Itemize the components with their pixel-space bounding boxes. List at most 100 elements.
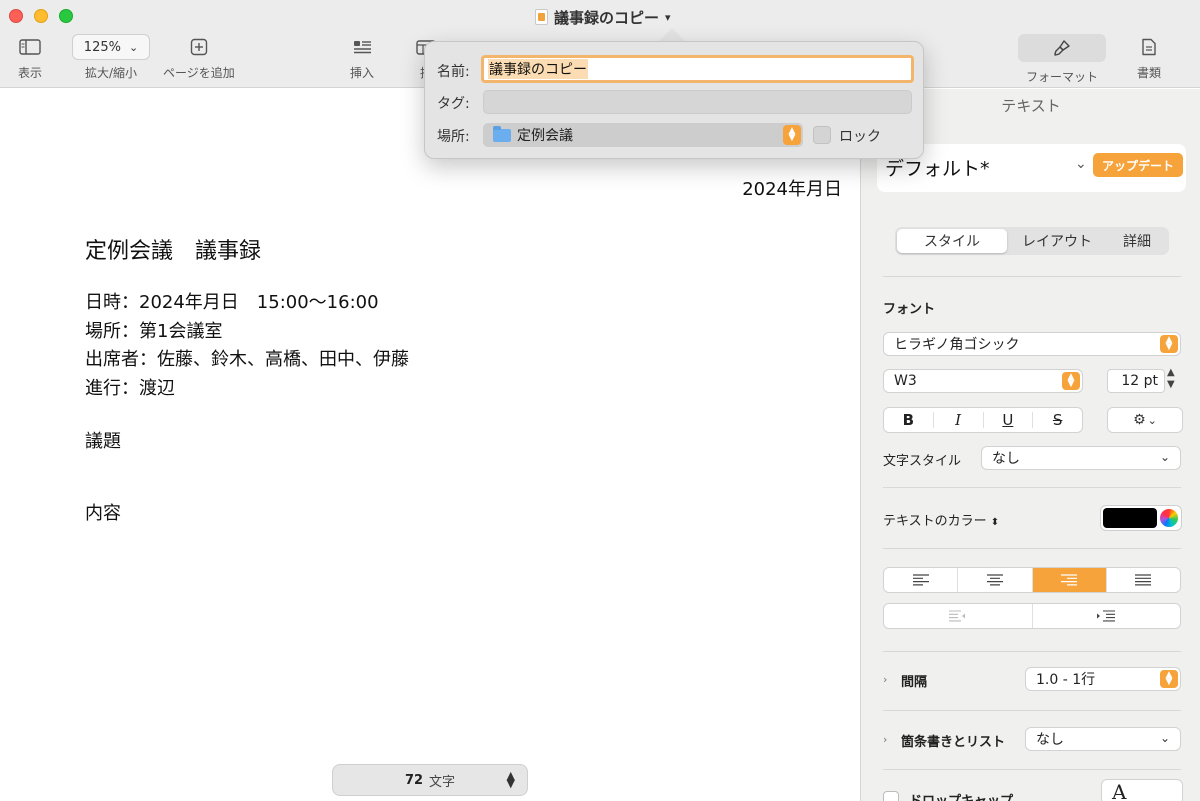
document-label: 書類 (1137, 66, 1162, 80)
minimize-window-button[interactable] (34, 9, 48, 23)
zoom-control[interactable]: 125% ⌄ 拡大/縮小 (72, 34, 150, 81)
document-heading[interactable]: 定例会議 議事録 (85, 233, 261, 265)
folder-icon (493, 125, 511, 142)
updown-chevron-icon: ▲ ▼ (1062, 372, 1080, 390)
add-page-button[interactable]: ページを追加 (163, 34, 235, 81)
color-swatch[interactable] (1103, 508, 1157, 528)
close-window-button[interactable] (9, 9, 23, 23)
color-wheel-icon[interactable] (1160, 509, 1178, 527)
chevron-down-icon[interactable]: ⌄ (1075, 156, 1087, 172)
zoom-label: 拡大/縮小 (84, 66, 138, 80)
detail-line[interactable]: 場所：第1会議室 (85, 318, 409, 347)
align-right-button[interactable] (1032, 568, 1107, 592)
tab-more[interactable]: 詳細 (1107, 229, 1167, 253)
font-size-input[interactable]: 12 pt (1107, 369, 1165, 393)
zoom-value: 125% (83, 39, 121, 55)
disclosure-triangle-icon[interactable]: › (883, 733, 887, 746)
dropcap-preview: A (1112, 780, 1127, 801)
tab-style[interactable]: スタイル (897, 229, 1007, 253)
bullets-select[interactable]: なし ⌄ (1025, 727, 1181, 751)
divider (883, 769, 1181, 770)
dropcap-style-select[interactable]: A (1101, 779, 1183, 801)
chevron-down-icon: ⌄ (128, 40, 139, 54)
disclosure-triangle-icon[interactable]: › (883, 673, 887, 686)
lock-label[interactable]: ロック (839, 126, 881, 146)
view-button[interactable]: 表示 (18, 34, 42, 81)
updown-chevron-icon: ▲ ▼ (783, 125, 801, 145)
outdent-icon (948, 610, 965, 622)
decrease-indent-button[interactable] (884, 604, 1033, 628)
font-style-buttons: B I U S (883, 407, 1083, 433)
dropcap-label[interactable]: ドロップキャップ (909, 790, 1013, 801)
view-label: 表示 (18, 66, 43, 80)
popover-arrow (658, 28, 686, 42)
indent-buttons (883, 603, 1181, 629)
document-button[interactable]: 書類 (1137, 34, 1161, 81)
lock-checkbox[interactable] (813, 126, 831, 144)
name-input[interactable]: 議事録のコピー (481, 55, 914, 83)
align-justify-icon (1135, 574, 1152, 586)
spacing-label[interactable]: 間隔 (901, 671, 927, 690)
insert-label: 挿入 (350, 66, 375, 80)
content-heading[interactable]: 内容 (85, 499, 121, 525)
align-left-button[interactable] (884, 568, 959, 592)
text-color-well[interactable] (1100, 505, 1182, 531)
zoom-window-button[interactable] (59, 9, 73, 23)
underline-button[interactable]: U (984, 412, 1034, 428)
document-icon (1141, 34, 1157, 60)
detail-line[interactable]: 日時：2024年月日 15:00〜16:00 (85, 289, 409, 318)
dropcap-checkbox[interactable] (883, 791, 899, 801)
char-style-select[interactable]: なし ⌄ (981, 446, 1181, 470)
font-size-stepper[interactable]: ▲ ▼ (1167, 367, 1175, 391)
chevron-down-icon: ▾ (665, 10, 671, 24)
divider (883, 651, 1181, 652)
align-center-icon (986, 574, 1003, 586)
align-center-button[interactable] (958, 568, 1033, 592)
word-count-button[interactable]: 72 文字 ▲ ▼ (332, 764, 528, 796)
updown-chevron-icon: ▲ ▼ (1160, 335, 1178, 353)
location-select[interactable]: 定例会議 ▲ ▼ (483, 123, 803, 147)
font-weight-select[interactable]: W3 ▲ ▼ (883, 369, 1083, 393)
tags-input[interactable] (483, 90, 912, 114)
alignment-buttons (883, 567, 1181, 593)
name-input-value: 議事録のコピー (488, 59, 588, 79)
font-weight-value: W3 (894, 373, 917, 389)
document-date[interactable]: 2024年月日 (742, 175, 842, 201)
format-button[interactable]: フォーマット (1018, 34, 1106, 85)
italic-button[interactable]: I (934, 412, 984, 428)
name-label: 名前: (437, 64, 470, 80)
document-title-button[interactable]: 議事録のコピー ▾ (535, 6, 671, 28)
bullets-label[interactable]: 箇条書きとリスト (901, 731, 1005, 750)
spacing-select[interactable]: 1.0 - 1行 ▲ ▼ (1025, 667, 1181, 691)
agenda-heading[interactable]: 議題 (85, 427, 121, 453)
location-value: 定例会議 (517, 128, 573, 144)
add-page-label: ページを追加 (163, 66, 235, 80)
advanced-options-button[interactable]: ⚙ ⌄ (1107, 407, 1183, 433)
increase-indent-button[interactable] (1033, 604, 1181, 628)
location-label: 場所: (437, 129, 470, 145)
sidebar-icon (19, 34, 41, 60)
font-family-select[interactable]: ヒラギノ角ゴシック ▲ ▼ (883, 332, 1181, 356)
strikethrough-button[interactable]: S (1033, 412, 1082, 428)
text-color-menu[interactable]: テキストのカラー ⬍ (883, 510, 999, 529)
detail-line[interactable]: 進行：渡辺 (85, 375, 409, 404)
font-family-value: ヒラギノ角ゴシック (894, 337, 1020, 353)
indent-icon (1097, 610, 1116, 622)
format-toggle[interactable] (1018, 34, 1106, 62)
divider (883, 487, 1181, 488)
zoom-popup[interactable]: 125% ⌄ (72, 34, 150, 60)
align-justify-button[interactable] (1107, 568, 1180, 592)
detail-line[interactable]: 出席者：佐藤、鈴木、高橋、田中、伊藤 (85, 346, 409, 375)
updown-chevron-icon: ▲ ▼ (506, 769, 515, 790)
document-details[interactable]: 日時：2024年月日 15:00〜16:00 場所：第1会議室 出席者：佐藤、鈴… (85, 289, 409, 403)
update-style-button[interactable]: アップデート (1093, 153, 1183, 177)
divider (883, 276, 1181, 277)
insert-button[interactable]: 挿入 (350, 34, 374, 81)
tab-layout[interactable]: レイアウト (1007, 229, 1107, 253)
bold-button[interactable]: B (884, 412, 934, 428)
document-canvas[interactable]: 2024年月日 定例会議 議事録 日時：2024年月日 15:00〜16:00 … (0, 89, 860, 801)
align-left-icon (912, 574, 929, 586)
divider (883, 710, 1181, 711)
format-label: フォーマット (1025, 70, 1098, 84)
insert-icon (352, 34, 372, 60)
